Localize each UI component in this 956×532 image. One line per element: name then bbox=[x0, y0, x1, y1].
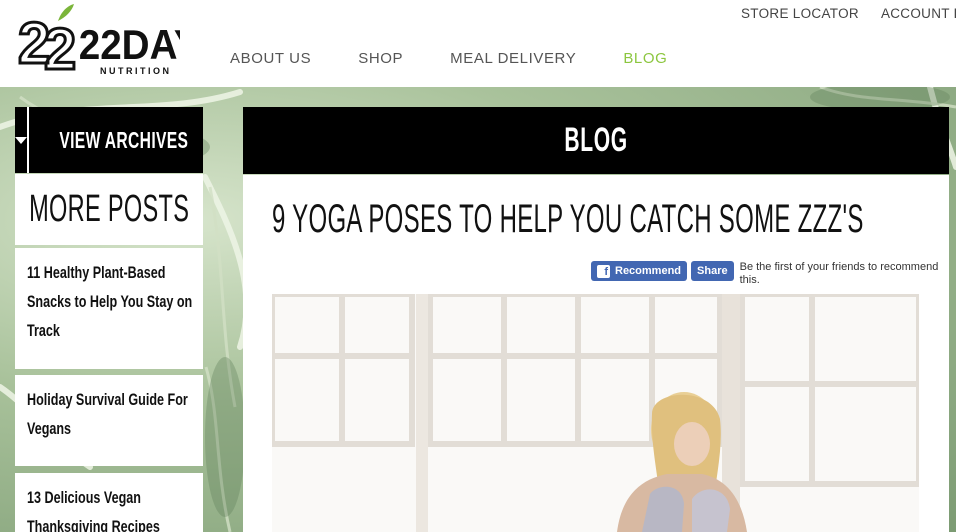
nav-blog[interactable]: BLOG bbox=[623, 50, 667, 67]
more-posts-heading: MORE POSTS bbox=[15, 174, 203, 245]
recommend-label: Recommend bbox=[615, 265, 682, 277]
sidebar-post-title[interactable]: Holiday Survival Guide For Vegans bbox=[27, 385, 197, 443]
svg-text:2: 2 bbox=[44, 17, 76, 75]
post-title: 9 YOGA POSES TO HELP YOU CATCH SOME ZZZ'… bbox=[272, 197, 864, 241]
nav-about-us[interactable]: ABOUT US bbox=[230, 50, 311, 67]
sidebar-post-title[interactable]: 11 Healthy Plant-Based Snacks to Help Yo… bbox=[27, 258, 197, 345]
svg-text:22DAYS: 22DAYS bbox=[79, 20, 180, 68]
nav-meal-delivery[interactable]: MEAL DELIVERY bbox=[450, 50, 576, 67]
archives-toggle[interactable] bbox=[15, 107, 29, 173]
share-label: Share bbox=[697, 265, 728, 277]
post-hero-image bbox=[272, 294, 919, 532]
main-nav: ABOUT US SHOP MEAL DELIVERY BLOG bbox=[230, 50, 714, 67]
store-locator-link[interactable]: STORE LOCATOR bbox=[741, 6, 859, 21]
sidebar-post[interactable]: Holiday Survival Guide For Vegans bbox=[15, 375, 203, 466]
utility-nav: STORE LOCATOR ACCOUNT LO bbox=[741, 6, 956, 21]
facebook-recommend-button[interactable]: f Recommend bbox=[591, 261, 688, 281]
post-content: 9 YOGA POSES TO HELP YOU CATCH SOME ZZZ'… bbox=[243, 175, 949, 532]
brand-logo[interactable]: 2 2 22DAYS NUTRITION bbox=[17, 3, 225, 84]
facebook-social-text: Be the first of your friends to recommen… bbox=[739, 261, 939, 286]
facebook-widget: f Recommend Share Be the first of your f… bbox=[591, 261, 954, 287]
sidebar-post[interactable]: 11 Healthy Plant-Based Snacks to Help Yo… bbox=[15, 248, 203, 369]
blog-section-header: BLOG bbox=[243, 107, 949, 174]
caret-down-icon bbox=[15, 136, 27, 144]
facebook-share-button[interactable]: Share bbox=[691, 261, 734, 281]
svg-text:NUTRITION: NUTRITION bbox=[100, 66, 172, 75]
nav-shop[interactable]: SHOP bbox=[358, 50, 403, 67]
account-login-link[interactable]: ACCOUNT LO bbox=[881, 6, 956, 21]
facebook-icon: f bbox=[597, 264, 610, 278]
view-archives-dropdown[interactable]: VIEW ARCHIVES bbox=[15, 107, 203, 173]
sidebar-post[interactable]: 13 Delicious Vegan Thanksgiving Recipes bbox=[15, 473, 203, 532]
site-header: 2 2 22DAYS NUTRITION STORE LOCATOR ACCOU… bbox=[0, 0, 956, 87]
sidebar-post-title[interactable]: 13 Delicious Vegan Thanksgiving Recipes bbox=[27, 483, 197, 532]
view-archives-label: VIEW ARCHIVES bbox=[59, 126, 189, 153]
more-posts-label: MORE POSTS bbox=[28, 188, 190, 230]
section-title: BLOG bbox=[564, 121, 628, 159]
